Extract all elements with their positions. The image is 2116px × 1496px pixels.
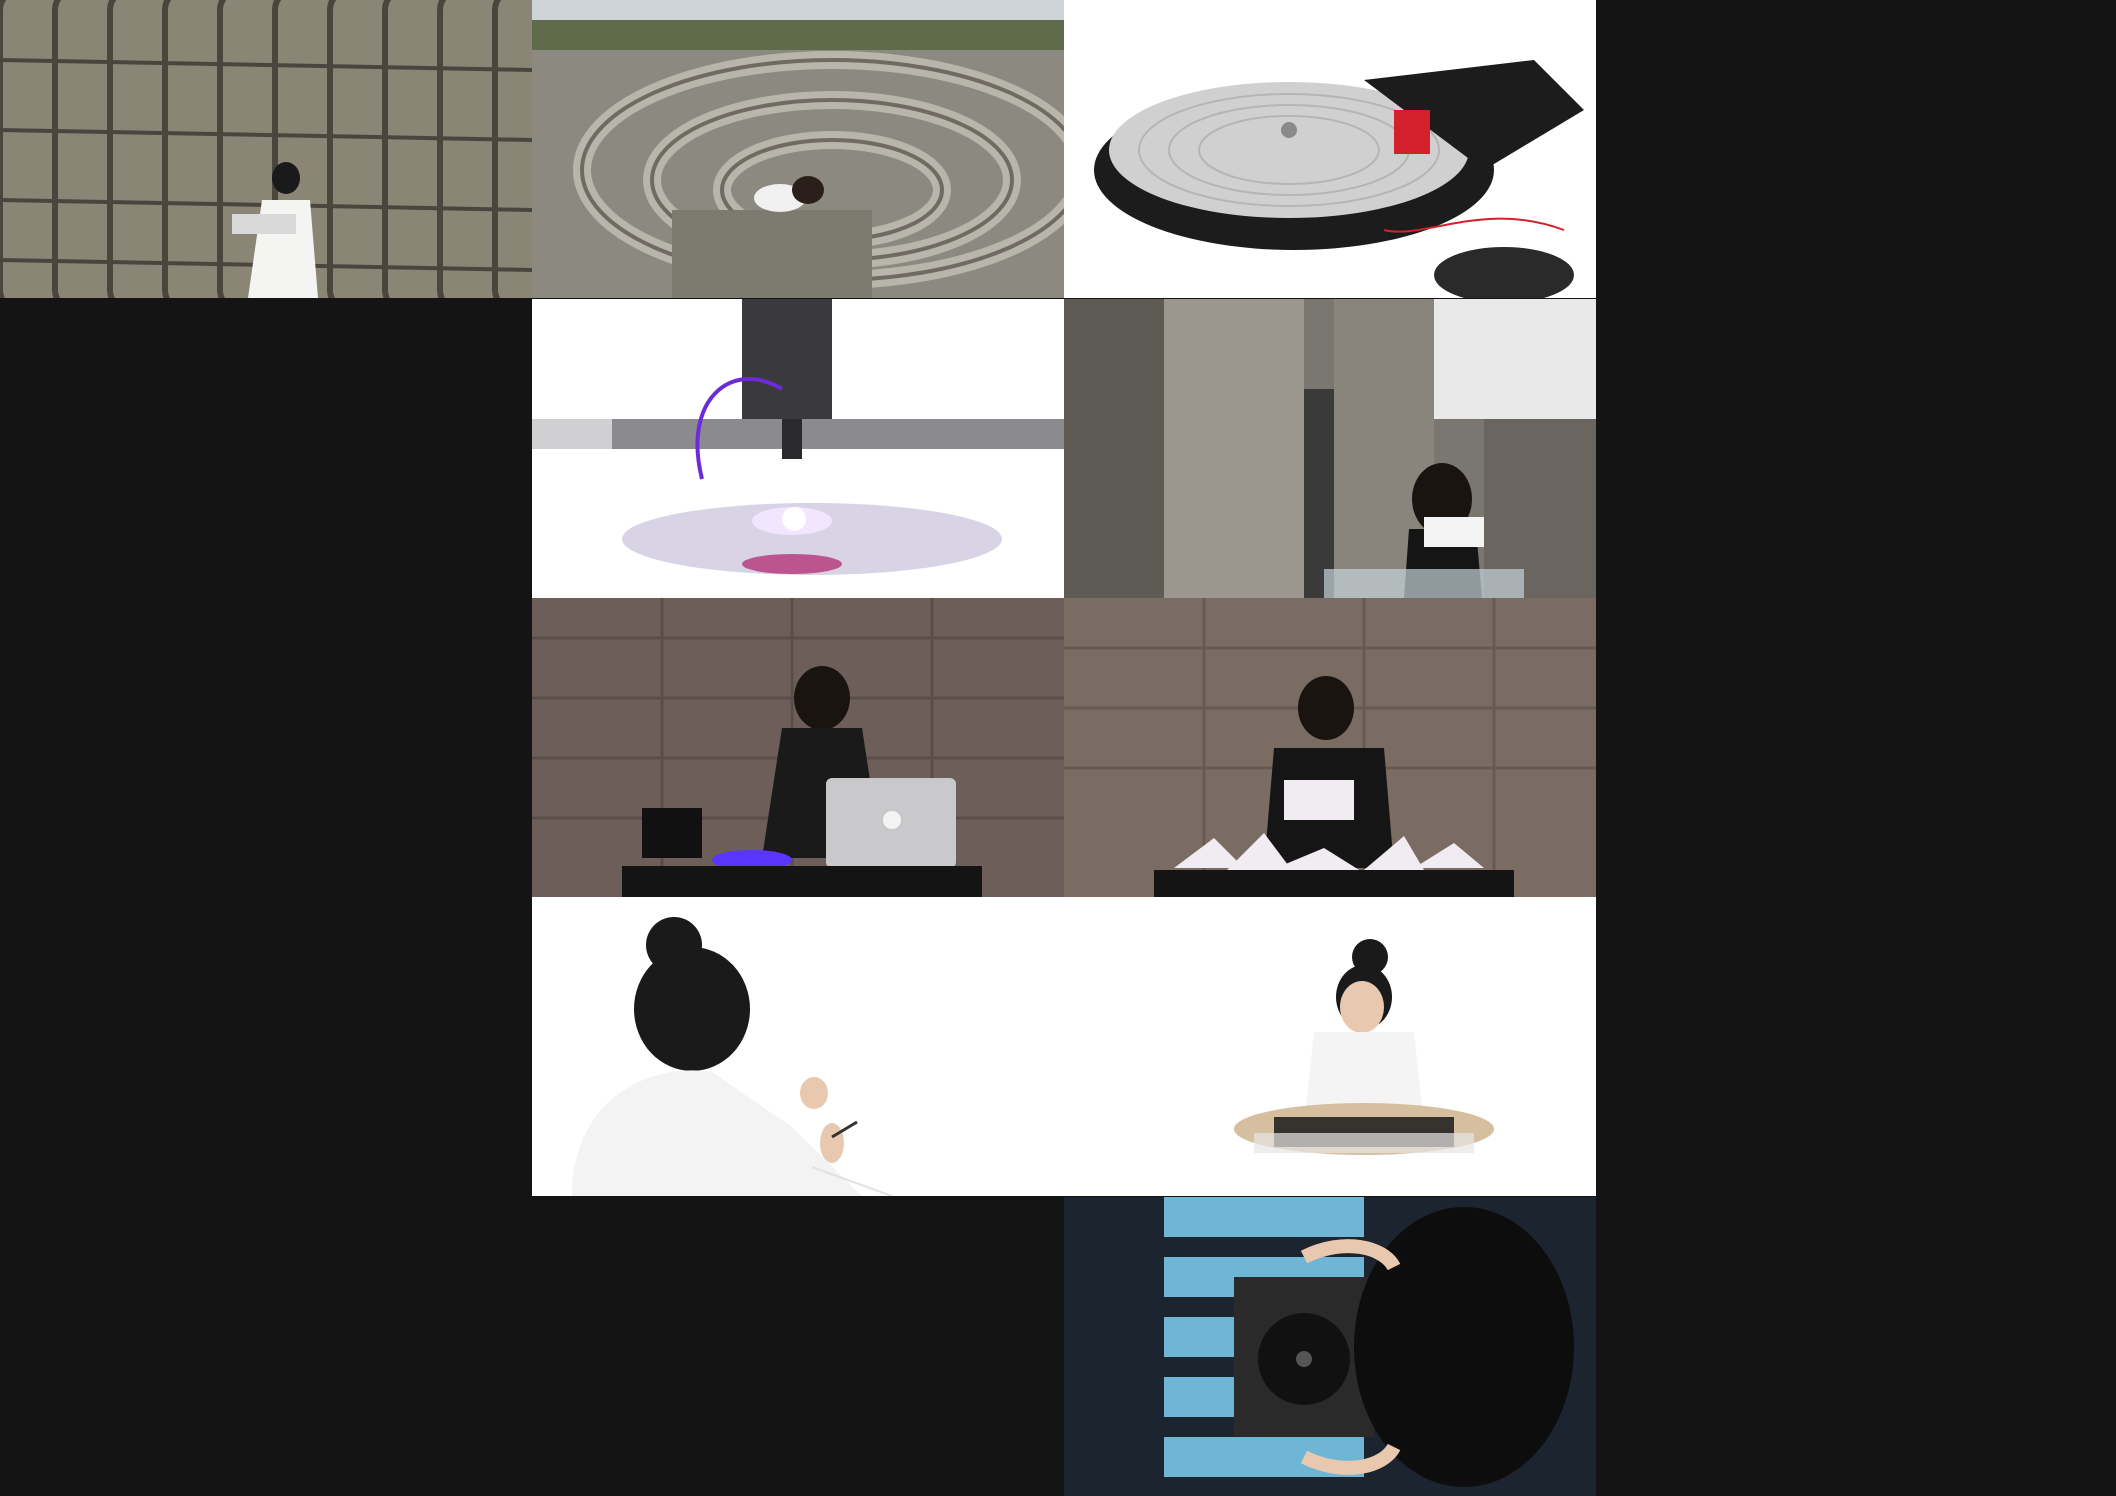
photo-seated-device-figure[interactable] [1064, 897, 1596, 1196]
photo-desk-paper-figure[interactable] [1064, 598, 1596, 897]
photo-desk-laptop-figure[interactable] [532, 598, 1064, 897]
photo-stone-maze-figure[interactable] [532, 0, 1064, 298]
photo-white-shirt-writing-figure[interactable] [532, 897, 1064, 1196]
photo-turntable-device[interactable] [1064, 0, 1596, 298]
photo-overhead-turntable-stairs[interactable] [1064, 1197, 1596, 1496]
photo-gallery-grid [0, 0, 2116, 1496]
photo-basalt-columns-figure[interactable] [0, 0, 532, 298]
photo-laser-engraver-device[interactable] [532, 299, 1064, 598]
photo-concrete-courtyard-figure[interactable] [1064, 299, 1596, 598]
